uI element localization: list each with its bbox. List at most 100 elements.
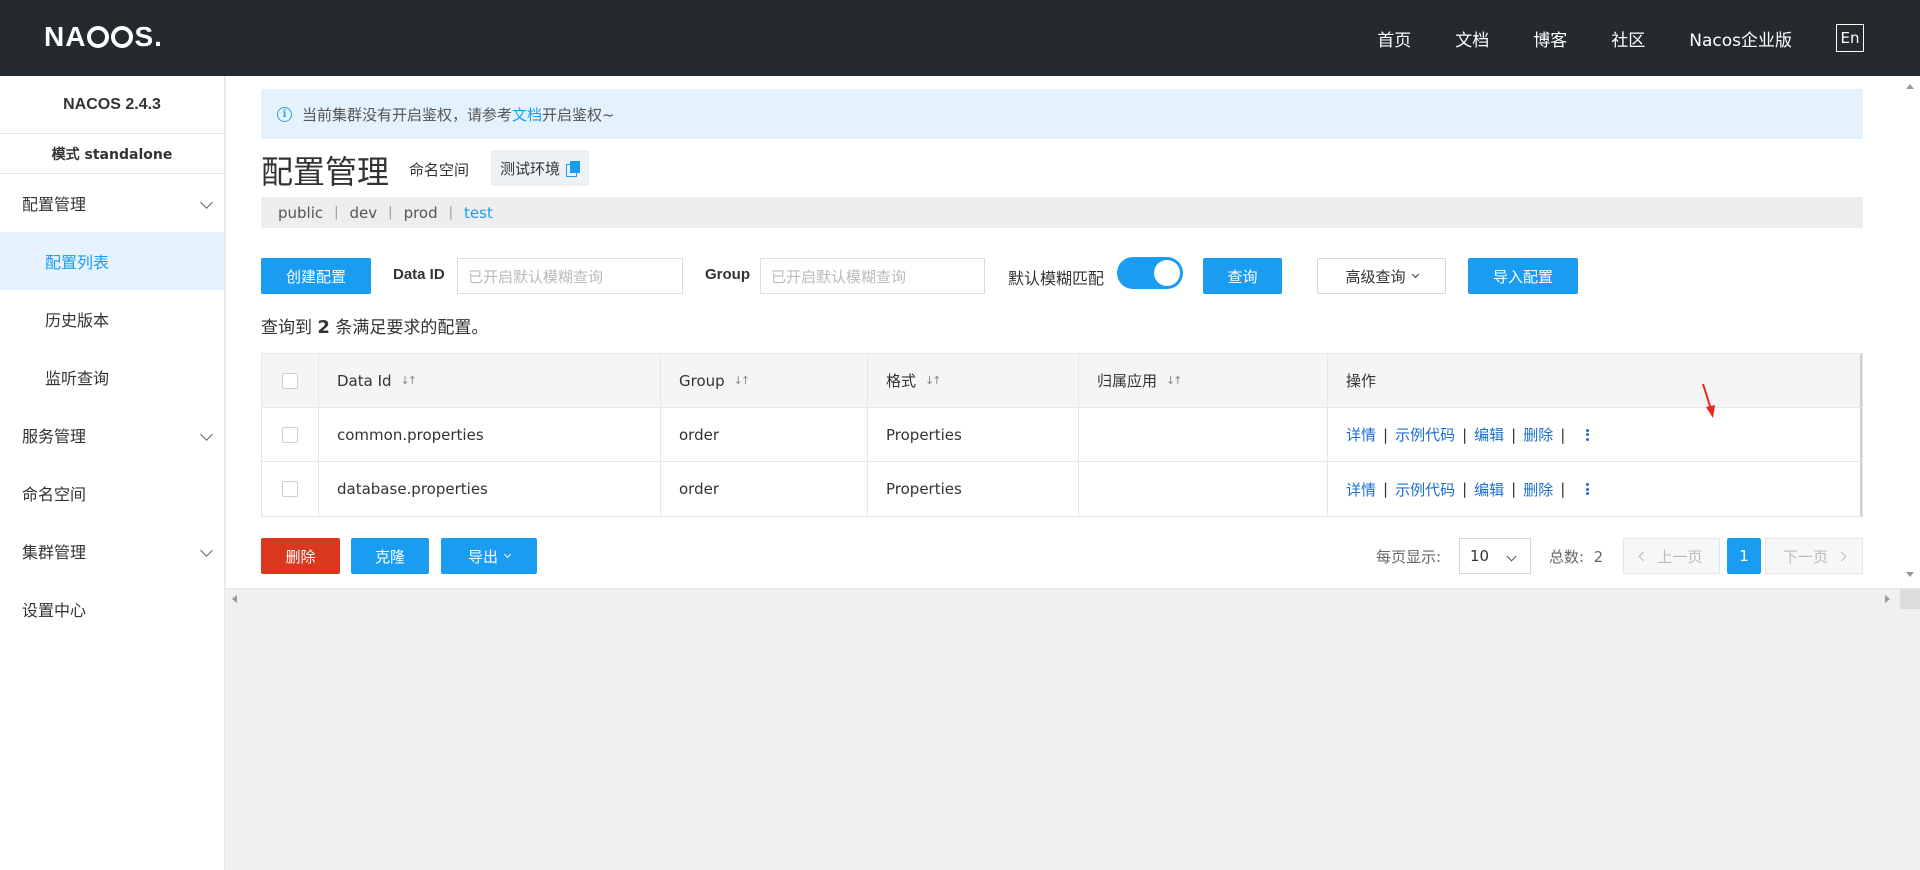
result-prefix: 查询到: [261, 318, 312, 338]
namespace-tab-public[interactable]: public: [278, 204, 323, 222]
delete-link[interactable]: 删除: [1523, 424, 1553, 445]
sidebar-item-service-management[interactable]: 服务管理: [0, 406, 224, 464]
sidebar-item-history[interactable]: 历史版本: [0, 290, 224, 348]
sidebar-item-listener-query[interactable]: 监听查询: [0, 348, 224, 406]
column-header-actions: 操作: [1328, 354, 1862, 407]
cell-format: Properties: [868, 462, 1079, 516]
cell-format: Properties: [868, 408, 1079, 461]
column-header-app[interactable]: 归属应用 ↓↑: [1079, 354, 1328, 407]
scroll-up-icon[interactable]: [1906, 84, 1914, 89]
namespace-tab-test[interactable]: test: [464, 204, 493, 222]
cell-data-id: database.properties: [319, 462, 661, 516]
advanced-search-button[interactable]: 高级查询: [1317, 258, 1446, 294]
cell-app: [1079, 462, 1328, 516]
nav-enterprise[interactable]: Nacos企业版: [1689, 26, 1792, 51]
vertical-scrollbar[interactable]: [1900, 76, 1920, 588]
sort-icon[interactable]: ↓↑: [1166, 374, 1183, 387]
cell-actions: 详情 | 示例代码 | 编辑 | 删除 |: [1328, 462, 1862, 516]
detail-link[interactable]: 详情: [1346, 424, 1376, 445]
sidebar-item-config-list[interactable]: 配置列表: [0, 232, 224, 290]
edit-link[interactable]: 编辑: [1474, 479, 1504, 500]
chevron-down-icon: [200, 196, 213, 209]
cell-app: [1079, 408, 1328, 461]
horizontal-scrollbar[interactable]: [226, 588, 1920, 609]
sidebar-item-label: 设置中心: [22, 601, 87, 620]
sample-code-link[interactable]: 示例代码: [1395, 424, 1455, 445]
sidebar-version: NACOS 2.4.3: [0, 76, 224, 134]
detail-link[interactable]: 详情: [1346, 479, 1376, 500]
auth-notice: i 当前集群没有开启鉴权，请参考 文档 开启鉴权~: [261, 89, 1863, 139]
nav-community[interactable]: 社区: [1611, 26, 1645, 51]
group-label: Group: [705, 266, 750, 283]
sidebar-item-label: 监听查询: [45, 369, 110, 388]
chevron-down-icon: [1411, 270, 1419, 278]
page-number-button[interactable]: 1: [1727, 538, 1761, 574]
language-toggle-button[interactable]: En: [1836, 24, 1864, 52]
more-vertical-icon[interactable]: [1586, 483, 1590, 495]
info-icon: i: [277, 106, 292, 122]
delete-link[interactable]: 删除: [1523, 479, 1553, 500]
advanced-search-label: 高级查询: [1345, 267, 1406, 286]
column-header-group[interactable]: Group ↓↑: [661, 354, 868, 407]
chevron-down-icon: [1506, 551, 1517, 562]
table-header: Data Id ↓↑ Group ↓↑ 格式 ↓↑ 归属应用 ↓↑ 操作: [262, 354, 1862, 408]
edit-link[interactable]: 编辑: [1474, 424, 1504, 445]
sort-icon[interactable]: ↓↑: [734, 374, 751, 387]
namespace-tab-dev[interactable]: dev: [350, 204, 378, 222]
row-checkbox[interactable]: [282, 481, 298, 497]
sidebar-item-cluster-management[interactable]: 集群管理: [0, 522, 224, 580]
sidebar: NACOS 2.4.3 模式 standalone 配置管理 配置列表 历史版本…: [0, 76, 225, 870]
main-content: i 当前集群没有开启鉴权，请参考 文档 开启鉴权~ 配置管理 命名空间 测试环境 p…: [226, 76, 1920, 588]
scroll-left-icon[interactable]: [232, 595, 237, 603]
sort-icon[interactable]: ↓↑: [925, 374, 942, 387]
sidebar-mode: 模式 standalone: [0, 134, 224, 174]
notice-docs-link[interactable]: 文档: [512, 104, 542, 125]
select-all-checkbox[interactable]: [282, 372, 298, 389]
chevron-down-icon: [503, 550, 512, 558]
chevron-down-icon: [200, 544, 213, 557]
batch-delete-button[interactable]: 删除: [261, 538, 340, 574]
namespace-label: 命名空间: [409, 161, 470, 179]
nav-docs[interactable]: 文档: [1455, 26, 1489, 51]
annotation-arrow-icon: [1702, 383, 1715, 418]
namespace-badge: 测试环境: [491, 150, 590, 186]
sidebar-item-config-management[interactable]: 配置管理: [0, 174, 224, 232]
notice-text: 当前集群没有开启鉴权，请参考: [302, 105, 513, 124]
sort-icon[interactable]: ↓↑: [401, 374, 418, 387]
create-config-button[interactable]: 创建配置: [261, 258, 371, 294]
sample-code-link[interactable]: 示例代码: [1395, 479, 1455, 500]
data-id-input[interactable]: 已开启默认模糊查询: [457, 258, 683, 294]
scrollbar-corner: [1900, 589, 1920, 609]
page-size-label: 每页显示:: [1376, 548, 1442, 566]
copy-icon[interactable]: [566, 160, 581, 177]
nav-blog[interactable]: 博客: [1533, 26, 1567, 51]
row-checkbox[interactable]: [282, 426, 298, 443]
export-button[interactable]: 导出: [441, 538, 537, 574]
column-header-format[interactable]: 格式 ↓↑: [868, 354, 1079, 407]
fuzzy-match-toggle[interactable]: [1117, 257, 1183, 289]
page-size-select[interactable]: 10: [1459, 538, 1531, 574]
sidebar-item-settings[interactable]: 设置中心: [0, 580, 224, 638]
sidebar-item-label: 命名空间: [22, 485, 87, 504]
group-input[interactable]: 已开启默认模糊查询: [760, 258, 985, 294]
namespace-tab-prod[interactable]: prod: [404, 204, 438, 222]
more-vertical-icon[interactable]: [1586, 428, 1590, 441]
nav-home[interactable]: 首页: [1377, 26, 1411, 51]
next-page-button[interactable]: 下一页: [1765, 538, 1863, 574]
cell-group: order: [661, 462, 868, 516]
clone-button[interactable]: 克隆: [351, 538, 429, 574]
column-header-data-id[interactable]: Data Id ↓↑: [319, 354, 661, 407]
export-label: 导出: [467, 547, 498, 566]
namespace-tabs: public | dev | prod | test: [261, 197, 1863, 228]
sidebar-item-label: 历史版本: [45, 311, 110, 330]
scroll-right-icon[interactable]: [1885, 595, 1890, 603]
top-nav: 首页 文档 博客 社区 Nacos企业版 En: [1333, 0, 1864, 76]
scroll-down-icon[interactable]: [1906, 572, 1914, 577]
nacos-logo[interactable]: NA S.: [44, 21, 163, 52]
search-button[interactable]: 查询: [1203, 258, 1282, 294]
import-config-button[interactable]: 导入配置: [1468, 258, 1578, 294]
config-table: Data Id ↓↑ Group ↓↑ 格式 ↓↑ 归属应用 ↓↑ 操作 common.…: [261, 353, 1863, 517]
sidebar-item-namespace[interactable]: 命名空间: [0, 464, 224, 522]
prev-page-button[interactable]: 上一页: [1623, 538, 1720, 574]
table-row: common.properties order Properties 详情 | 示…: [262, 408, 1862, 462]
